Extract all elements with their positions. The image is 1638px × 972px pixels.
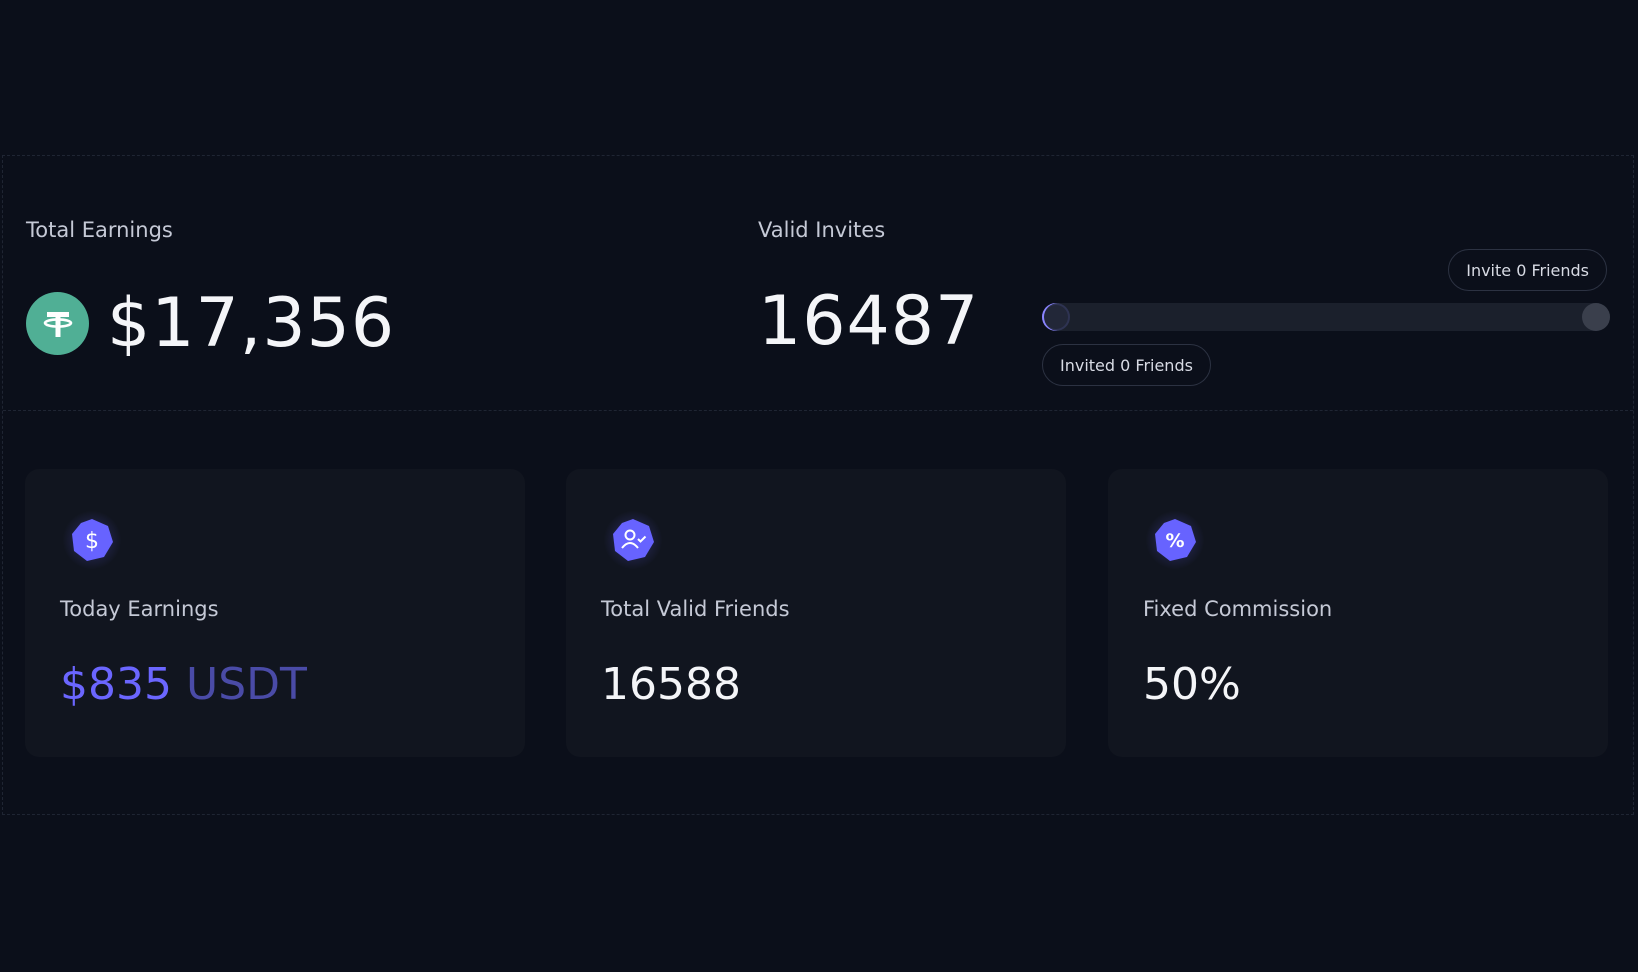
tether-icon (26, 292, 89, 355)
fixed-commission-card: % Fixed Commission 50% (1108, 469, 1608, 757)
total-earnings: $17,356 (26, 284, 395, 363)
stat-cards: $ Today Earnings $835 USDT Total Valid F… (25, 469, 1613, 757)
fixed-commission-value: 50% (1143, 659, 1241, 710)
invited-friends-pill: Invited 0 Friends (1042, 344, 1211, 386)
today-earnings-label: Today Earnings (60, 597, 219, 621)
valid-invites-label: Valid Invites (758, 218, 886, 242)
today-earnings-value: $835 USDT (60, 659, 307, 710)
total-valid-friends-card: Total Valid Friends 16588 (566, 469, 1066, 757)
fixed-commission-label: Fixed Commission (1143, 597, 1333, 621)
total-earnings-label: Total Earnings (26, 218, 173, 242)
progress-end-knob (1582, 303, 1610, 331)
referral-stats-panel: Total Earnings $17,356 Valid Invites 164… (2, 155, 1634, 815)
valid-invites-value: 16487 (758, 282, 980, 361)
total-valid-friends-label: Total Valid Friends (601, 597, 790, 621)
summary-row: Total Earnings $17,356 Valid Invites 164… (3, 156, 1633, 411)
invite-progress-bar (1042, 303, 1610, 331)
progress-start-knob (1042, 303, 1070, 331)
today-earnings-unit: USDT (185, 659, 307, 710)
svg-text:$: $ (85, 529, 99, 554)
total-valid-friends-value: 16588 (601, 659, 741, 710)
svg-text:%: % (1165, 530, 1184, 552)
invite-friends-pill: Invite 0 Friends (1448, 249, 1607, 291)
today-earnings-amount: $835 (60, 659, 172, 710)
total-earnings-value: $17,356 (107, 284, 396, 363)
user-check-icon (613, 519, 654, 561)
today-earnings-card: $ Today Earnings $835 USDT (25, 469, 525, 757)
dollar-icon: $ (72, 519, 113, 561)
percent-icon: % (1155, 519, 1196, 561)
